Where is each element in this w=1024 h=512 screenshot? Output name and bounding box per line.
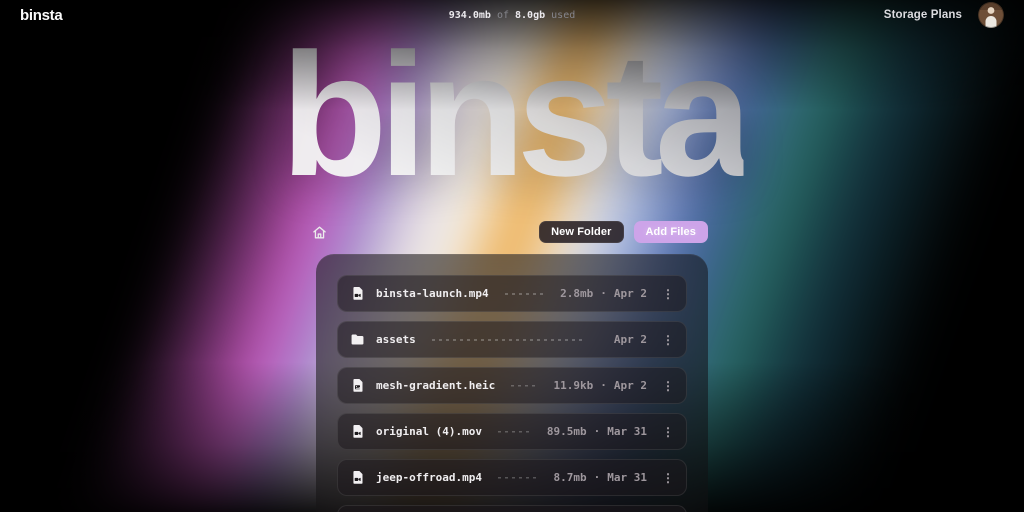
new-folder-button[interactable]: New Folder: [539, 221, 624, 243]
dotted-leader: [504, 292, 545, 295]
file-date: Apr 2: [613, 333, 647, 346]
table-row-jeep-offroad[interactable]: jeep-offroad.mp4 8.7mb · Mar 31 ⋮: [337, 459, 687, 496]
table-row-mesh-gradient[interactable]: mesh-gradient.heic 11.9kb · Apr 2 ⋮: [337, 367, 687, 404]
storage-plans-link[interactable]: Storage Plans: [884, 9, 962, 21]
video-file-icon: [350, 470, 365, 485]
header-right: Storage Plans: [884, 2, 1004, 28]
dotted-leader: [431, 338, 584, 341]
table-row-partial[interactable]: [337, 505, 687, 512]
file-date: Mar 31: [607, 425, 647, 438]
file-name: jeep-offroad.mp4: [376, 471, 482, 484]
file-meta: 11.9kb · Apr 2: [554, 379, 648, 392]
file-meta: 2.8mb · Apr 2: [560, 287, 647, 300]
home-icon: [313, 226, 326, 238]
kebab-menu-icon[interactable]: ⋮: [662, 472, 674, 484]
storage-used-label: used: [551, 10, 576, 21]
file-name: original (4).mov: [376, 425, 482, 438]
toolbar: New Folder Add Files: [313, 221, 708, 243]
kebab-menu-icon[interactable]: ⋮: [662, 288, 674, 300]
folder-icon: [350, 332, 365, 347]
kebab-menu-icon[interactable]: ⋮: [662, 380, 674, 392]
file-date: Mar 31: [607, 471, 647, 484]
folder-name: assets: [376, 333, 416, 346]
background-watermark: binsta: [280, 18, 753, 213]
video-file-icon: [350, 424, 365, 439]
dotted-leader: [497, 430, 531, 433]
kebab-menu-icon[interactable]: ⋮: [662, 334, 674, 346]
header: binsta 934.0mb of 8.0gb used Storage Pla…: [0, 0, 1024, 30]
file-size: 89.5mb: [546, 425, 587, 438]
kebab-menu-icon[interactable]: ⋮: [662, 426, 674, 438]
dotted-leader: [511, 384, 538, 387]
user-avatar[interactable]: [978, 2, 1004, 28]
app-logo[interactable]: binsta: [20, 7, 63, 24]
meta-separator: ·: [593, 471, 601, 484]
home-button[interactable]: [312, 224, 328, 240]
file-list-panel: binsta-launch.mp4 2.8mb · Apr 2 ⋮ assets…: [316, 254, 708, 512]
table-row-assets[interactable]: assets Apr 2 ⋮: [337, 321, 687, 358]
file-size: 2.8mb: [560, 287, 594, 300]
file-size: 8.7mb: [553, 471, 587, 484]
storage-used-value: 934.0mb: [448, 10, 491, 21]
file-date: Apr 2: [613, 379, 647, 392]
file-meta: Apr 2: [600, 333, 647, 346]
image-file-icon: [350, 378, 365, 393]
add-files-button[interactable]: Add Files: [633, 221, 708, 243]
storage-total-value: 8.0gb: [515, 10, 546, 21]
storage-usage: 934.0mb of 8.0gb used: [449, 10, 576, 21]
file-date: Apr 2: [613, 287, 647, 300]
video-file-icon: [350, 286, 365, 301]
file-name: binsta-launch.mp4: [376, 287, 489, 300]
file-size: 11.9kb: [553, 379, 594, 392]
table-row-binsta-launch[interactable]: binsta-launch.mp4 2.8mb · Apr 2 ⋮: [337, 275, 687, 312]
table-row-original-4[interactable]: original (4).mov 89.5mb · Mar 31 ⋮: [337, 413, 687, 450]
file-meta: 8.7mb · Mar 31: [554, 471, 648, 484]
file-meta: 89.5mb · Mar 31: [547, 425, 647, 438]
file-name: mesh-gradient.heic: [376, 379, 496, 392]
dotted-leader: [497, 476, 538, 479]
avatar-image: [978, 2, 1004, 28]
storage-of-label: of: [496, 10, 509, 21]
meta-separator: ·: [600, 379, 607, 392]
meta-separator: ·: [593, 425, 601, 438]
meta-separator: ·: [600, 287, 607, 300]
